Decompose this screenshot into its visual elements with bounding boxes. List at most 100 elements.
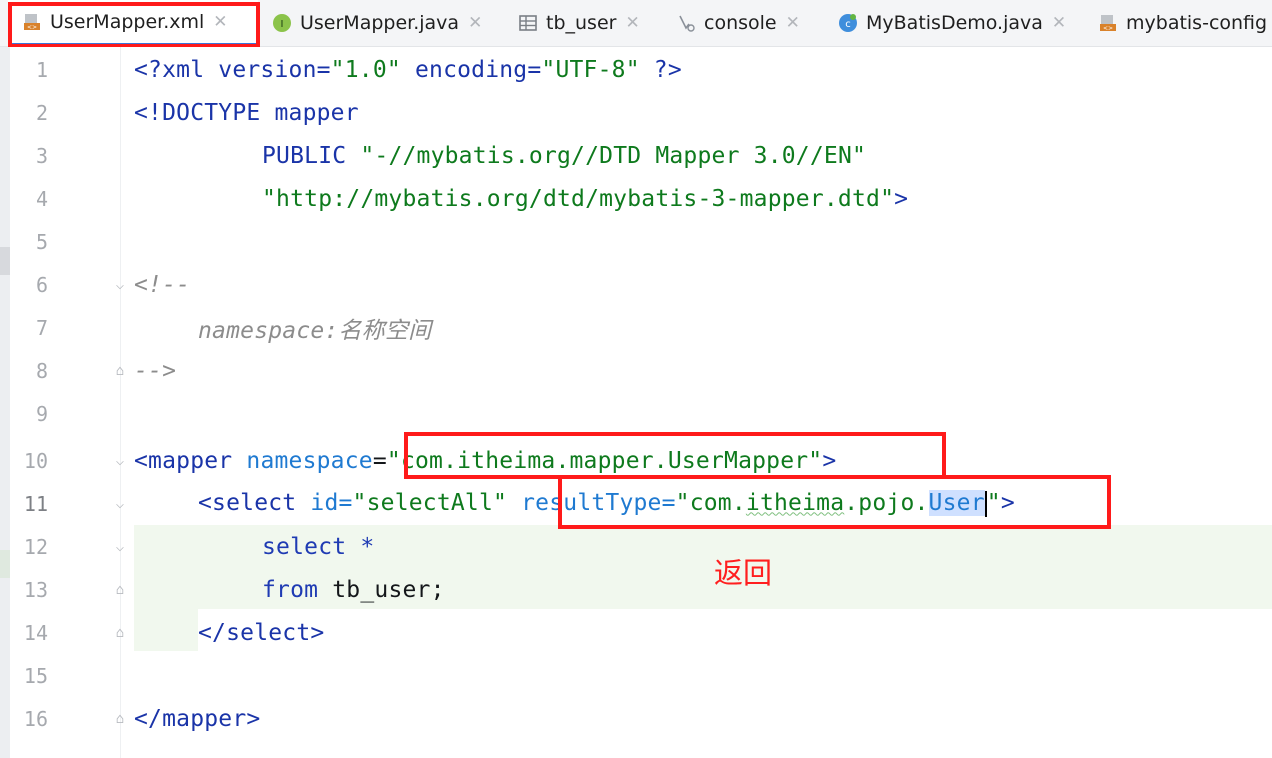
xml-file-icon: <> (1100, 15, 1116, 32)
line-number: 3 (35, 143, 48, 168)
code-line-6: 6 ⌵ <!-- (0, 263, 1272, 306)
code-line-13: 13 ⌂ from tb_user; (0, 568, 1272, 611)
code-line-15: 15 (0, 654, 1272, 697)
token: "UTF-8" (541, 56, 640, 83)
code-text[interactable]: </mapper> (134, 706, 260, 732)
token: "-//mybatis.org//DTD Mapper 3.0//EN" (360, 142, 867, 169)
code-text[interactable]: <!-- (134, 272, 190, 298)
code-text[interactable]: --> (134, 358, 176, 384)
tab-label: tb_user (546, 12, 617, 34)
tab-mybatisdemo-java[interactable]: c MyBatisDemo.java ✕ (838, 0, 1066, 46)
line-number: 11 (23, 491, 48, 516)
tab-console[interactable]: console ✕ (676, 0, 800, 46)
line-number: 15 (23, 663, 48, 688)
token: > (894, 185, 909, 212)
close-icon[interactable]: ✕ (786, 13, 800, 33)
selected-text[interactable]: ser (942, 490, 985, 517)
token: <select (198, 490, 297, 517)
code-line-3: 3 PUBLIC "-//mybatis.org//DTD Mapper 3.0… (0, 134, 1272, 177)
fold-icon[interactable]: ⌵ (112, 277, 128, 293)
code-line-16: 16 ⌂ </mapper> (0, 697, 1272, 740)
token: "1.0" (330, 56, 401, 83)
tab-label: MyBatisDemo.java (866, 12, 1043, 34)
svg-text:<>: <> (27, 24, 37, 31)
fold-end-icon[interactable]: ⌂ (112, 363, 128, 379)
code-line-4: 4 "http://mybatis.org/dtd/mybatis-3-mapp… (0, 177, 1272, 220)
token: namespace (232, 447, 373, 474)
close-icon[interactable]: ✕ (468, 13, 482, 33)
code-text[interactable]: namespace:名称空间 (198, 311, 431, 345)
line-number: 1 (35, 57, 48, 82)
token: from (262, 576, 319, 603)
token: ?> (639, 56, 682, 83)
tab-label: console (704, 12, 777, 34)
token: PUBLIC (262, 142, 361, 169)
token: </select> (198, 619, 325, 646)
token: itheima (745, 490, 845, 517)
line-number: 4 (35, 186, 48, 211)
svg-text:c: c (845, 19, 851, 30)
fold-icon[interactable]: ⌵ (112, 496, 128, 512)
token: </mapper> (134, 705, 261, 732)
fold-end-icon[interactable]: ⌂ (112, 711, 128, 727)
code-line-2: 2 <!DOCTYPE mapper (0, 91, 1272, 134)
token: select * (262, 533, 375, 560)
code-text[interactable]: PUBLIC "-//mybatis.org//DTD Mapper 3.0//… (262, 143, 866, 169)
editor-tab-bar: <> UserMapper.xml ✕ I UserMapper.java ✕ … (0, 0, 1272, 47)
code-line-5: 5 (0, 220, 1272, 263)
code-text[interactable]: <select id="selectAll" resultType="com.i… (198, 490, 1015, 517)
fold-icon[interactable]: ⌵ (112, 539, 128, 555)
token: <!DOCTYPE mapper (134, 99, 359, 126)
fold-end-icon[interactable]: ⌂ (112, 625, 128, 641)
code-line-9: 9 (0, 392, 1272, 435)
token: "http://mybatis.org/dtd/mybatis-3-mapper… (262, 185, 895, 212)
line-number: 8 (35, 358, 48, 383)
annotation-label: 返回 (714, 556, 773, 590)
token: > (1000, 490, 1015, 517)
code-text[interactable]: select * (262, 534, 374, 560)
code-line-14: 14 ⌂ </select> (0, 611, 1272, 654)
tab-label: UserMapper.java (300, 12, 460, 34)
line-number: 2 (35, 100, 48, 125)
code-text[interactable]: from tb_user; (262, 577, 445, 603)
line-number: 7 (35, 315, 48, 340)
code-line-11: 11 ⌵ <select id="selectAll" resultType="… (0, 482, 1272, 525)
close-icon[interactable]: ✕ (213, 12, 227, 32)
code-line-1: 1 <?xml version="1.0" encoding="UTF-8" ?… (0, 48, 1272, 91)
code-text[interactable]: </select> (198, 620, 324, 646)
selected-text[interactable]: U (928, 490, 943, 517)
code-line-12: 12 ⌵ select * (0, 525, 1272, 568)
token: namespace:名称空间 (198, 317, 432, 344)
tab-tb-user[interactable]: tb_user ✕ (518, 0, 640, 46)
tab-label: mybatis-config (1126, 12, 1268, 34)
code-text[interactable]: <!DOCTYPE mapper (134, 100, 359, 126)
line-number: 12 (23, 534, 48, 559)
token: resultType= (507, 490, 676, 517)
token: "com. (675, 490, 746, 517)
token: tb_user; (318, 576, 445, 603)
code-editor[interactable]: 1 <?xml version="1.0" encoding="UTF-8" ?… (0, 47, 1272, 758)
token: <!-- (134, 271, 191, 298)
token: > (822, 447, 837, 474)
tab-usermapper-xml[interactable]: <> UserMapper.xml ✕ (8, 0, 258, 46)
close-icon[interactable]: ✕ (625, 13, 639, 33)
token: <mapper (134, 447, 233, 474)
code-text[interactable]: <?xml version="1.0" encoding="UTF-8" ?> (134, 57, 682, 83)
line-number: 16 (23, 706, 48, 731)
line-number: 5 (35, 229, 48, 254)
fold-end-icon[interactable]: ⌂ (112, 582, 128, 598)
tab-mybatis-config[interactable]: <> mybatis-config (1098, 0, 1267, 46)
token: encoding= (400, 56, 542, 83)
xml-file-icon: <> (24, 13, 40, 31)
code-text[interactable]: "http://mybatis.org/dtd/mybatis-3-mapper… (262, 186, 908, 212)
code-text[interactable]: <mapper namespace="com.itheima.mapper.Us… (134, 448, 836, 474)
line-number: 13 (23, 577, 48, 602)
interface-icon: I (273, 14, 291, 32)
token: id= (296, 490, 353, 517)
close-icon[interactable]: ✕ (1052, 13, 1066, 33)
tab-usermapper-java[interactable]: I UserMapper.java ✕ (272, 0, 482, 46)
fold-icon[interactable]: ⌵ (112, 453, 128, 469)
code-line-8: 8 ⌂ --> (0, 349, 1272, 392)
token: .pojo. (844, 490, 929, 517)
line-number: 9 (35, 401, 48, 426)
